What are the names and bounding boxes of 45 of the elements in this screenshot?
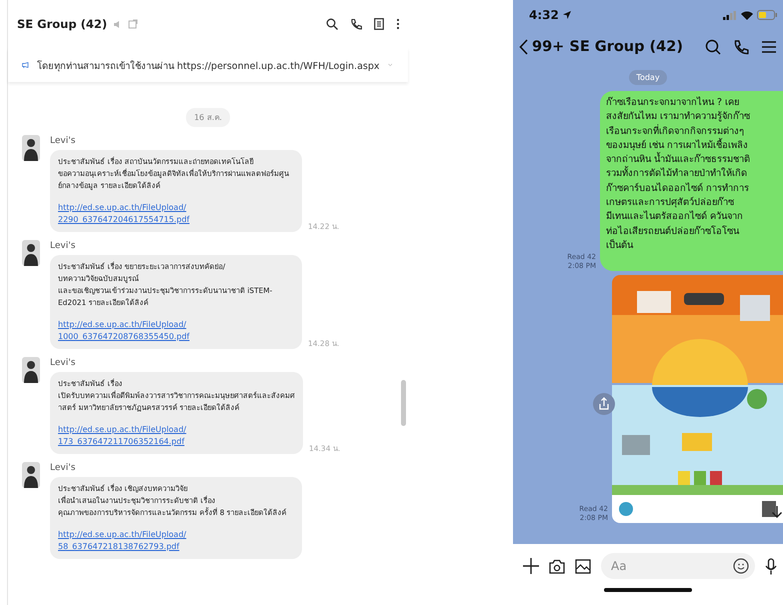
notes-icon[interactable]: [374, 18, 384, 30]
back-icon[interactable]: [519, 39, 528, 55]
file-link[interactable]: http://ed.se.up.ac.th/FileUpload/: [58, 202, 186, 214]
search-icon[interactable]: [326, 18, 338, 30]
sender-name: Levi's: [50, 241, 76, 251]
announcement-text[interactable]: โดยทุกท่านสามารถเข้าใช้งานผ่าน https://personnel.up.ac.th/WFH/Login.aspx: [36, 58, 380, 72]
download-icon[interactable]: [771, 505, 783, 520]
file-link[interactable]: 58_637647218138762793.pdf: [58, 541, 180, 553]
signal-icon: [723, 10, 737, 20]
microphone-icon[interactable]: [765, 558, 777, 574]
location-icon: [562, 11, 571, 19]
message-text: ก๊าซเรือนกระจกมาจากไหน ? เคย สงสัยกันไหม เรามาทำความรู้จักก๊าซ เรือนกระจกที่เกิดจากกิจกรรมต่างๆ ของมนุษย์ เช่น การเผาไหม้เชื้อเพลิง จากถ่านหิน น้ำมันและก๊าซธรรมชาติ รวมทั้งการตัดไม้ทำลายป่าทำให้เกิด ก๊าซคาร์บอนไดออกไซด์ การทำการ เกษตรและการปศุสัตว์ปล่อยก๊าซ มีเทนและไนตรัสออกไซด์ ควันจาก ท่อไอเสียรถยนต์ปล่อยก๊าซโอโซน เป็นต้น: [606, 96, 751, 253]
avatar: [22, 135, 40, 161]
emoji-icon[interactable]: [733, 558, 749, 574]
share-icon[interactable]: [593, 393, 615, 416]
chat-title: SE Group (42): [17, 17, 108, 31]
sender-name: Levi's: [50, 358, 76, 368]
menu-icon[interactable]: [761, 40, 777, 54]
scrollbar-thumb[interactable]: [401, 380, 406, 426]
file-link[interactable]: 1000_637647208768355450.pdf: [58, 331, 190, 343]
message-input[interactable]: Aa: [601, 553, 755, 579]
camera-icon[interactable]: [549, 558, 565, 574]
status-time: 4:32: [529, 8, 559, 22]
battery-icon: [757, 10, 777, 20]
phone-icon[interactable]: [733, 39, 749, 55]
search-icon[interactable]: [705, 39, 721, 55]
date-label: Today: [629, 70, 667, 85]
avatar: [22, 357, 40, 383]
plus-icon[interactable]: [523, 558, 539, 574]
avatar: [22, 240, 40, 266]
image-icon[interactable]: [575, 558, 591, 574]
date-label: 16 ส.ค.: [186, 108, 230, 127]
more-icon[interactable]: [396, 18, 400, 30]
file-link[interactable]: http://ed.se.up.ac.th/FileUpload/: [58, 424, 186, 436]
sender-name: Levi's: [50, 463, 76, 473]
phone-icon[interactable]: [350, 18, 362, 30]
file-link[interactable]: 2290_637647204617554715.pdf: [58, 214, 190, 226]
file-link[interactable]: 173_637647211706352164.pdf: [58, 436, 184, 448]
file-link[interactable]: http://ed.se.up.ac.th/FileUpload/: [58, 529, 186, 541]
file-link[interactable]: http://ed.se.up.ac.th/FileUpload/: [58, 319, 186, 331]
avatar: [22, 462, 40, 488]
wifi-icon: [741, 10, 753, 20]
megaphone-icon[interactable]: [22, 59, 29, 71]
sender-name: Levi's: [50, 136, 76, 146]
chat-title: 99+ SE Group (42): [532, 39, 683, 55]
